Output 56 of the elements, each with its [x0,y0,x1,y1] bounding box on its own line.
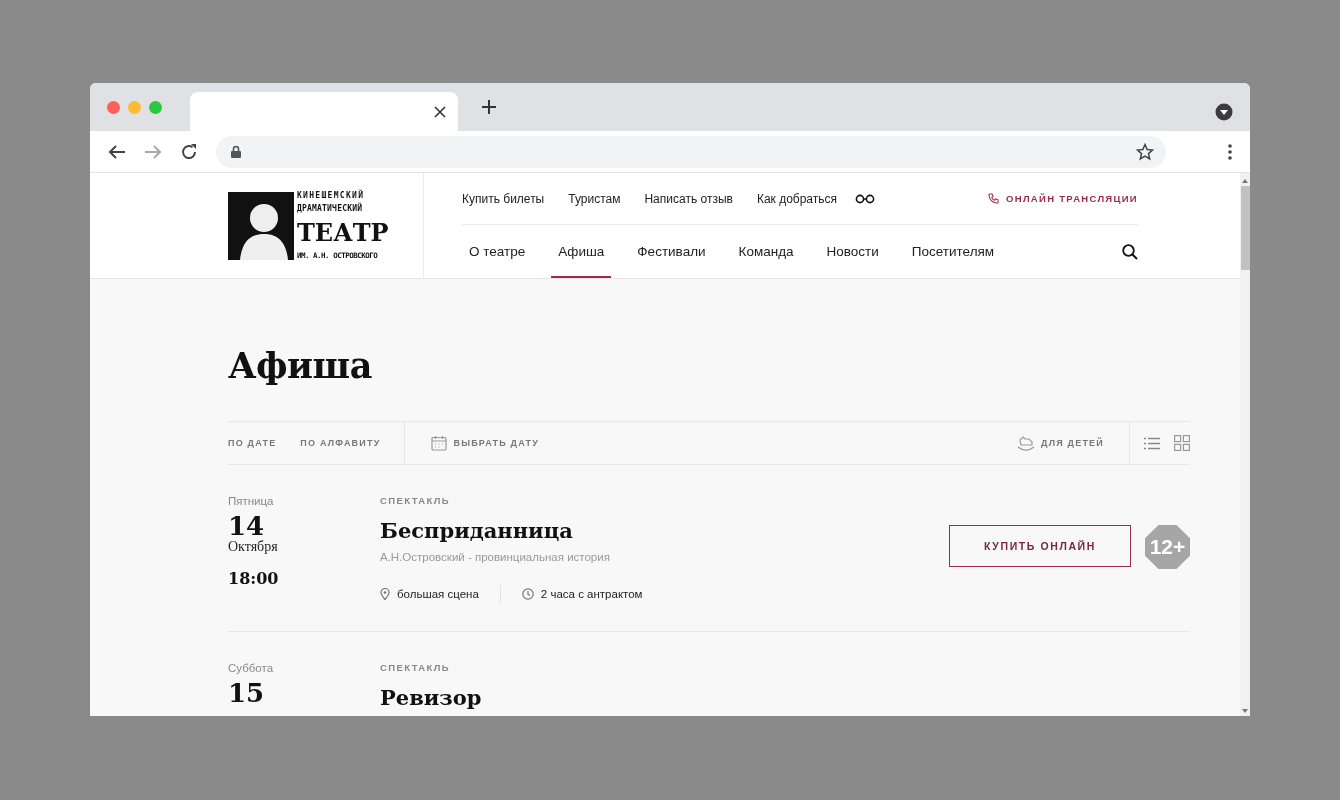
scroll-down-icon[interactable] [1242,709,1248,713]
more-menu-icon[interactable] [1228,143,1232,160]
glasses-icon[interactable] [855,193,876,204]
scrollbar-thumb[interactable] [1240,186,1250,270]
reload-icon[interactable] [180,142,198,161]
close-icon[interactable] [434,105,446,118]
clock-icon [521,588,534,600]
scroll-up-icon[interactable] [1242,179,1248,183]
duration-text: 2 часа с антрактом [540,588,643,600]
weekday-text: Суббота [228,662,275,674]
calendar-icon [431,435,448,451]
nav-item[interactable]: Фестивали [630,227,713,278]
day-number: 14 [228,513,265,539]
forward-icon[interactable] [144,143,162,160]
lock-icon [231,145,241,158]
logo-text: ТЕАТР [297,218,389,247]
sort-link[interactable]: ПО ДАТЕ [228,422,277,464]
dropdown-icon[interactable] [1215,103,1233,121]
search-icon[interactable] [1122,243,1138,260]
event-type: СПЕКТАКЛЬ [380,495,452,506]
new-tab-icon[interactable] [482,100,496,114]
age-rating-badge: 12+ [1145,525,1190,569]
top-link[interactable]: Написать отзыв [644,191,733,206]
top-link[interactable]: Туристам [568,191,621,206]
logo-text: КИНЕШЕМСКИЙ [297,191,366,200]
month-text: Октября [228,539,279,555]
kids-filter-link[interactable]: ДЛЯ ДЕТЕЙ [1017,422,1130,464]
location-pin-icon [380,588,390,600]
event-title[interactable]: Ревизор [380,685,1190,710]
phone-icon [988,193,1000,204]
page-title: Афиша [228,344,373,388]
portrait-silhouette-icon [228,191,294,260]
list-view-icon[interactable] [1144,436,1160,450]
day-number: 15 [228,680,266,706]
online-broadcast-link[interactable]: ОНЛАЙН ТРАНСЛЯЦИИ [988,193,1138,204]
nav-item[interactable]: Команда [731,227,801,278]
scrollbar[interactable] [1240,173,1250,716]
event-title[interactable]: Бесприданница [380,518,949,543]
top-link[interactable]: Как добраться [756,191,838,206]
date-picker-link[interactable]: ВЫБРАТЬ ДАТУ [431,422,539,464]
weekday-text: Пятница [228,495,275,507]
time-text: 18:00 [228,569,280,588]
grid-view-icon[interactable] [1174,435,1190,451]
sort-link[interactable]: ПО АЛФАВИТУ [300,422,381,464]
nav-item[interactable]: Посетителям [904,227,1002,278]
buy-online-button[interactable]: КУПИТЬ ОНЛАЙН [949,525,1131,567]
event-type: СПЕКТАКЛЬ [380,662,452,673]
bookmark-star-icon[interactable] [1136,142,1154,161]
nav-item[interactable]: Афиша [551,227,612,278]
top-link[interactable]: Купить билеты [462,191,545,206]
nav-item[interactable]: Новости [819,227,886,278]
back-icon[interactable] [108,143,126,160]
nav-item[interactable]: О театре [462,227,533,278]
event-subtitle: А.Н.Островский - провинциальная история [380,551,611,563]
venue-text: большая сцена [397,588,479,600]
close-window-icon[interactable] [107,100,120,114]
